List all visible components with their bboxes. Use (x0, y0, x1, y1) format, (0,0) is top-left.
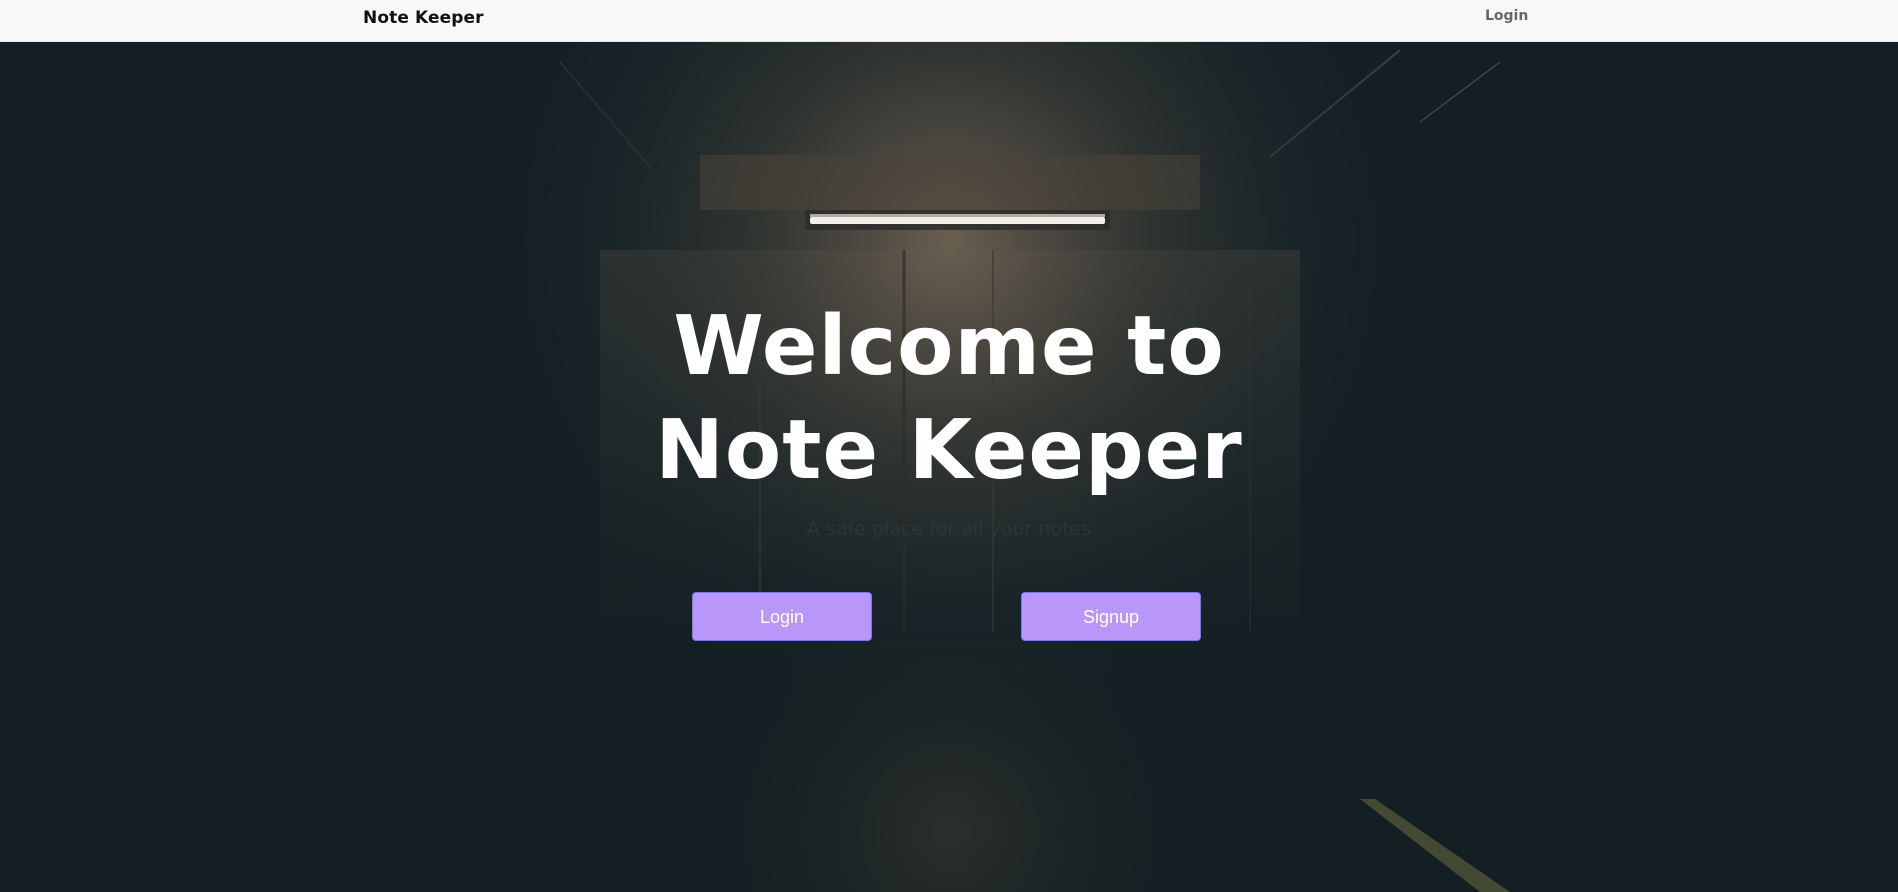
hero-subtitle: A safe place for all your notes (806, 518, 1092, 540)
hero-section: Welcome to Note Keeper A safe place for … (0, 42, 1898, 892)
hero-title: Welcome to Note Keeper (655, 299, 1243, 498)
login-button[interactable]: Login (692, 592, 872, 641)
signup-button[interactable]: Signup (1021, 592, 1201, 641)
navbar: Note Keeper Login (0, 0, 1898, 42)
brand-link[interactable]: Note Keeper (363, 8, 484, 28)
nav-login-link[interactable]: Login (1485, 8, 1528, 24)
